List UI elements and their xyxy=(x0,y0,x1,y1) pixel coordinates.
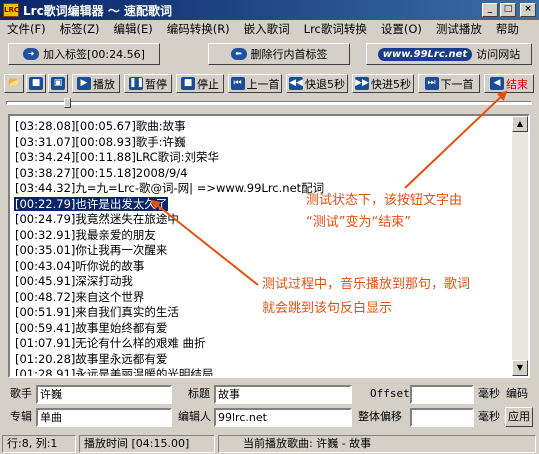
arrow-to-end-button xyxy=(404,90,508,189)
play-time: 播放时间 [04:15.00] xyxy=(79,435,215,453)
status-bar: 行:8, 列:1 播放时间 [04:15.00] 当前播放歌曲: 许巍 - 故事 xyxy=(0,434,539,454)
offset-input[interactable] xyxy=(410,385,474,404)
apply-button[interactable]: 应用 xyxy=(505,407,533,427)
offset-label: Offset xyxy=(370,387,410,400)
album-label: 专辑 xyxy=(10,410,32,423)
global-offset-label: 整体偏移 xyxy=(358,410,402,423)
singer-input[interactable]: 许巍 xyxy=(36,385,172,404)
editor-input[interactable]: 99lrc.net xyxy=(214,408,352,427)
cursor-position: 行:8, 列:1 xyxy=(2,435,76,453)
arrow-to-selected-line xyxy=(150,199,259,286)
album-input[interactable]: 单曲 xyxy=(36,408,172,427)
editor-label: 编辑人 xyxy=(178,410,211,423)
song-info-form: 歌手 许巍 标题 故事 Offset 毫秒 编码 专辑 单曲 编辑人 99lrc… xyxy=(0,380,539,432)
ms-label-2: 毫秒 xyxy=(478,410,500,423)
encode-label: 编码 xyxy=(506,387,528,400)
singer-label: 歌手 xyxy=(10,387,32,400)
title-input[interactable]: 故事 xyxy=(214,385,352,404)
title-label: 标题 xyxy=(188,387,210,400)
ms-label-1: 毫秒 xyxy=(478,387,500,400)
global-offset-input[interactable] xyxy=(410,408,474,427)
current-song: 当前播放歌曲: 许巍 - 故事 xyxy=(218,435,536,453)
